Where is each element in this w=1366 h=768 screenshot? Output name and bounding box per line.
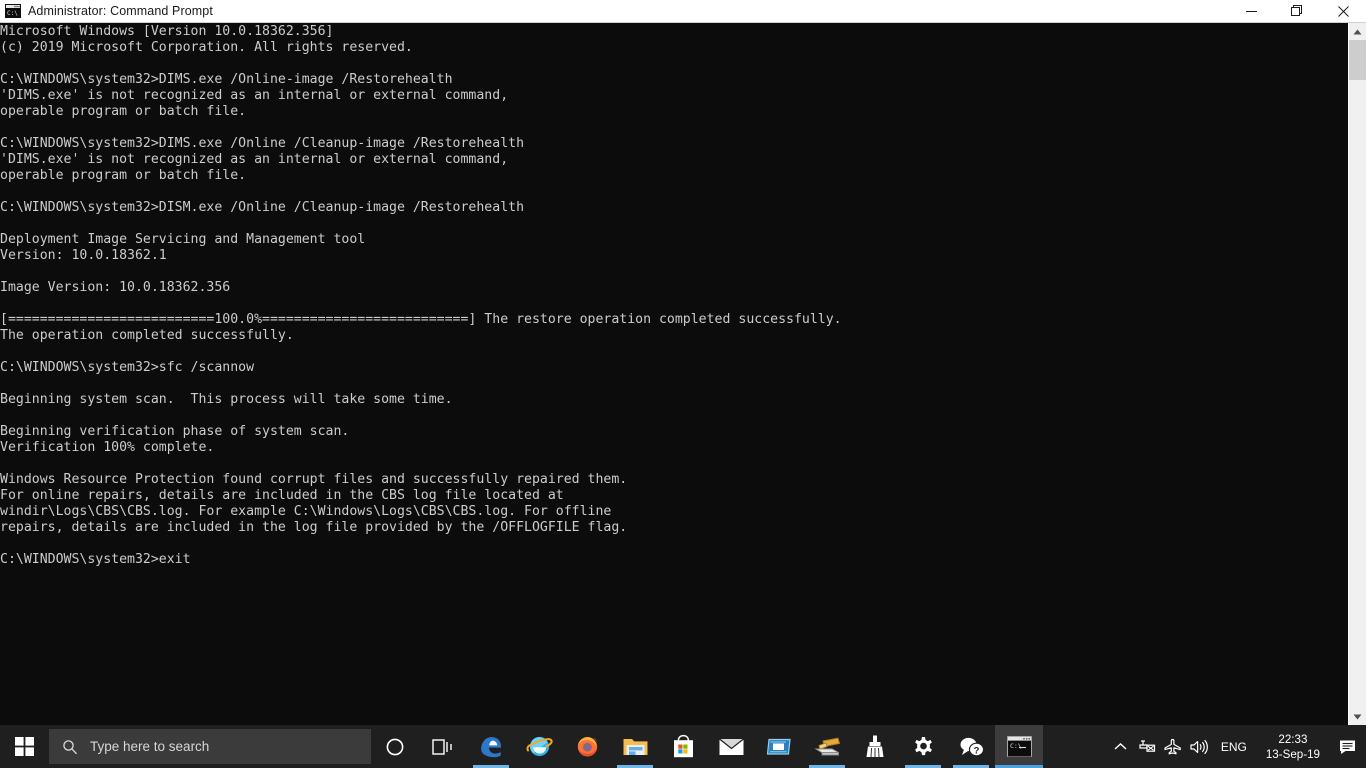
chevron-up-icon bbox=[1114, 743, 1127, 750]
system-tray: ENG 22:33 13-Sep-19 bbox=[1108, 725, 1366, 768]
clock-time: 22:33 bbox=[1278, 732, 1308, 746]
scroll-up-arrow-icon[interactable] bbox=[1349, 23, 1366, 40]
broom-icon bbox=[866, 735, 884, 758]
airplane-mode-icon[interactable] bbox=[1160, 725, 1186, 768]
question-chat-icon: ? bbox=[960, 737, 984, 756]
taskbar-item-get-help[interactable]: ? bbox=[947, 725, 995, 768]
internet-explorer-icon bbox=[526, 736, 553, 757]
speaker-icon[interactable] bbox=[1186, 725, 1212, 768]
taskbar-item-mail[interactable] bbox=[707, 725, 755, 768]
search-placeholder-text: Type here to search bbox=[90, 739, 210, 754]
desktop-screen: C:\ Administrator: Command Prompt Micros… bbox=[0, 0, 1366, 768]
console-scrollbar[interactable] bbox=[1348, 23, 1366, 725]
taskbar: Type here to search ? C:\ ENG 22:33 13-S… bbox=[0, 725, 1366, 768]
taskbar-item-file-explorer[interactable] bbox=[611, 725, 659, 768]
taskbar-item-sticky-notes[interactable] bbox=[755, 725, 803, 768]
taskbar-item-command-prompt[interactable]: C:\ bbox=[995, 725, 1043, 768]
scanner-icon bbox=[813, 737, 840, 756]
maximize-restore-button[interactable] bbox=[1274, 0, 1320, 23]
window-titlebar[interactable]: C:\ Administrator: Command Prompt bbox=[0, 0, 1366, 23]
svg-text:?: ? bbox=[973, 745, 979, 756]
minimize-button[interactable] bbox=[1228, 0, 1274, 23]
clock-date: 13-Sep-19 bbox=[1265, 747, 1320, 761]
edge-icon bbox=[481, 736, 501, 757]
language-indicator[interactable]: ENG bbox=[1212, 725, 1256, 768]
blue-window-icon bbox=[766, 738, 791, 755]
taskbar-item-firefox[interactable] bbox=[563, 725, 611, 768]
window-title: Administrator: Command Prompt bbox=[28, 3, 213, 18]
console-body[interactable]: Microsoft Windows [Version 10.0.18362.35… bbox=[0, 23, 1366, 725]
taskbar-item-microsoft-store[interactable] bbox=[659, 725, 707, 768]
search-input[interactable]: Type here to search bbox=[49, 729, 371, 764]
svg-text:C:\: C:\ bbox=[7, 10, 18, 17]
network-disconnected-icon[interactable] bbox=[1134, 725, 1160, 768]
store-bag-icon bbox=[673, 734, 693, 758]
scrollbar-thumb[interactable] bbox=[1349, 40, 1366, 80]
command-prompt-window: C:\ Administrator: Command Prompt Micros… bbox=[0, 0, 1366, 725]
clock[interactable]: 22:33 13-Sep-19 bbox=[1256, 725, 1330, 768]
cortana-circle-icon bbox=[386, 738, 404, 755]
scroll-down-arrow-icon[interactable] bbox=[1349, 708, 1366, 725]
taskbar-item-settings[interactable] bbox=[899, 725, 947, 768]
search-icon bbox=[50, 739, 90, 755]
taskbar-item-cortana[interactable] bbox=[371, 725, 419, 768]
cmd-window-icon: C:\ bbox=[5, 3, 21, 19]
folder-icon bbox=[623, 739, 647, 755]
taskbar-item-scanner[interactable] bbox=[803, 725, 851, 768]
action-center-button[interactable] bbox=[1330, 725, 1366, 768]
show-hidden-icons-button[interactable] bbox=[1108, 725, 1134, 768]
gear-icon bbox=[915, 736, 932, 755]
windows-logo-icon bbox=[14, 737, 34, 756]
console-output[interactable]: Microsoft Windows [Version 10.0.18362.35… bbox=[0, 23, 1348, 725]
taskbar-item-microsoft-edge[interactable] bbox=[467, 725, 515, 768]
cmd-window-icon: C:\ bbox=[1006, 736, 1032, 757]
close-button[interactable] bbox=[1320, 0, 1366, 23]
taskbar-item-internet-explorer[interactable] bbox=[515, 725, 563, 768]
envelope-icon bbox=[718, 738, 744, 755]
taskbar-item-task-view[interactable] bbox=[419, 725, 467, 768]
taskbar-item-disk-cleanup[interactable] bbox=[851, 725, 899, 768]
task-view-icon bbox=[432, 738, 452, 755]
action-center-icon bbox=[1340, 740, 1355, 754]
svg-text:C:\: C:\ bbox=[1010, 742, 1022, 750]
start-button[interactable] bbox=[0, 725, 48, 768]
firefox-icon bbox=[577, 737, 597, 757]
